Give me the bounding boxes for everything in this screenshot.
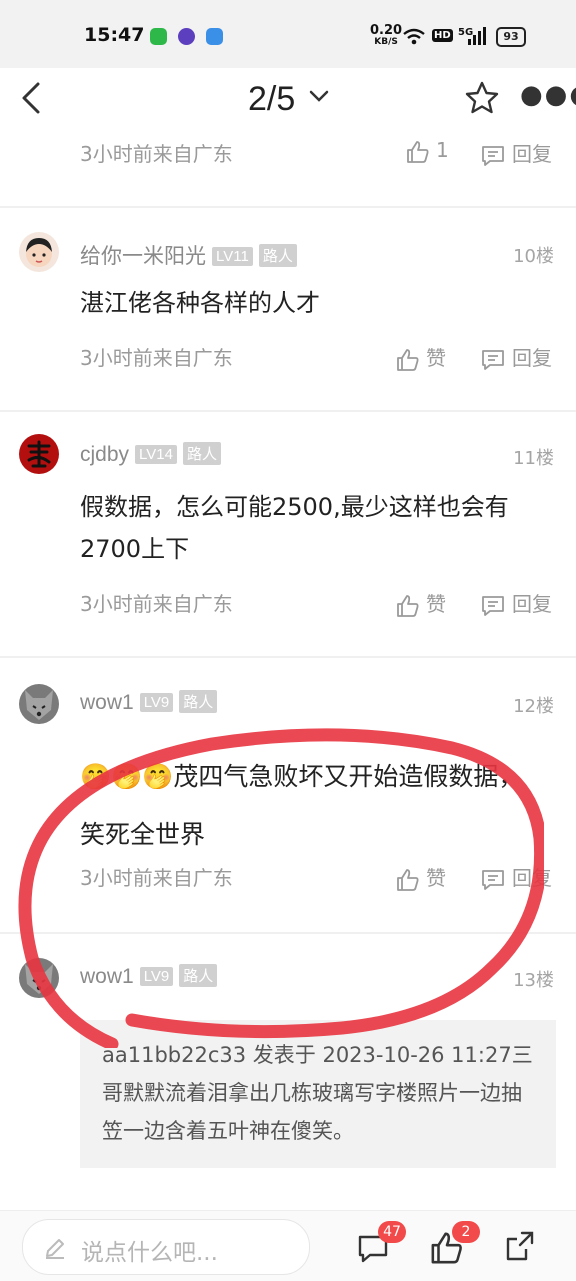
floor-number: 11楼	[513, 448, 554, 469]
avatar[interactable]	[19, 434, 59, 474]
share-icon[interactable]	[504, 1229, 536, 1263]
comment-placeholder: 说点什么吧...	[81, 1240, 218, 1266]
like-button[interactable]: 1	[406, 138, 449, 164]
net-speed: 0.20 KB/S	[370, 23, 403, 47]
floor-number: 10楼	[513, 246, 554, 267]
like-post-button[interactable]: 2	[430, 1221, 480, 1269]
like-label: 赞	[426, 346, 446, 370]
username[interactable]: wow1 LV9 路人	[80, 690, 218, 715]
like-count-badge: 2	[452, 1221, 480, 1243]
comments-button[interactable]: 47	[356, 1221, 406, 1269]
reply-bubble-icon	[482, 349, 504, 370]
favorite-star-icon[interactable]	[464, 80, 500, 116]
reply-label: 回复	[512, 592, 552, 616]
divider	[0, 656, 576, 658]
cartoon-avatar-icon	[26, 238, 52, 267]
status-time: 15:47	[84, 24, 145, 46]
comment-input[interactable]: 说点什么吧...	[22, 1219, 310, 1275]
thumbs-up-icon	[397, 594, 419, 617]
battery-icon: 93	[496, 27, 526, 47]
wifi-icon	[403, 28, 425, 45]
level-badge: LV11	[212, 247, 253, 266]
signal-icon	[468, 27, 486, 45]
reply-bubble-icon	[482, 145, 504, 166]
like-button[interactable]: 赞	[396, 342, 446, 372]
chevron-down-icon[interactable]	[308, 88, 330, 104]
reply-label: 回复	[512, 142, 552, 166]
comment-meta: 3小时前来自广东	[80, 346, 233, 370]
username[interactable]: cjdby LV14 路人	[80, 442, 221, 467]
status-bar: 15:47 0.20 KB/S HD 5G 93	[0, 0, 576, 68]
role-badge: 路人	[179, 690, 218, 713]
top-nav-bar: 2/5 ●●●	[0, 68, 576, 132]
avatar[interactable]	[19, 684, 59, 724]
messages-app-icon	[150, 28, 167, 45]
like-button[interactable]: 赞	[396, 588, 446, 618]
calligraphy-avatar-icon	[27, 440, 51, 468]
annotation-circle	[18, 728, 544, 1048]
page-indicator[interactable]: 2/5	[248, 80, 295, 119]
hd-icon: HD	[432, 29, 453, 42]
quoted-text: aa11bb22c33 发表于 2023-10-26 11:27三哥默默流着泪拿…	[102, 1043, 533, 1143]
bottom-toolbar: 说点什么吧... 47 2	[0, 1210, 576, 1281]
reply-label: 回复	[512, 346, 552, 370]
comment-list: 3小时前来自广东 1 回复 给你一米阳光 LV11 路人 10楼 湛江佬各种各样的人…	[0, 132, 576, 1212]
reply-button[interactable]: 回复	[480, 138, 552, 168]
comment-text: 湛江佬各种各样的人才	[80, 289, 320, 317]
like-count: 1	[436, 138, 449, 162]
role-badge: 路人	[258, 244, 297, 267]
thumbs-up-icon	[407, 140, 429, 163]
divider	[0, 206, 576, 208]
comment-meta: 3小时前来自广东	[80, 592, 233, 616]
like-label: 赞	[426, 592, 446, 616]
reply-bubble-icon	[482, 595, 504, 616]
chat-app-icon	[178, 28, 195, 45]
pencil-icon	[46, 1239, 64, 1259]
reply-button[interactable]: 回复	[480, 588, 552, 618]
wolf-avatar-icon	[25, 690, 53, 720]
level-badge: LV9	[139, 693, 174, 712]
reply-button[interactable]: 回复	[480, 342, 552, 372]
weather-app-icon	[206, 28, 223, 45]
role-badge: 路人	[182, 442, 221, 465]
comment-count-badge: 47	[378, 1221, 406, 1243]
more-options-icon[interactable]: ●●●	[520, 80, 576, 110]
thumbs-up-icon	[397, 348, 419, 371]
comment-meta: 3小时前来自广东	[80, 142, 233, 166]
comment-text: 假数据，怎么可能2500,最少这样也会有2700上下	[80, 493, 509, 563]
avatar[interactable]	[19, 232, 59, 272]
level-badge: LV14	[135, 445, 177, 464]
floor-number: 12楼	[513, 696, 554, 717]
divider	[0, 410, 576, 412]
username[interactable]: 给你一米阳光 LV11 路人	[80, 240, 297, 270]
back-arrow-icon[interactable]	[18, 80, 54, 116]
